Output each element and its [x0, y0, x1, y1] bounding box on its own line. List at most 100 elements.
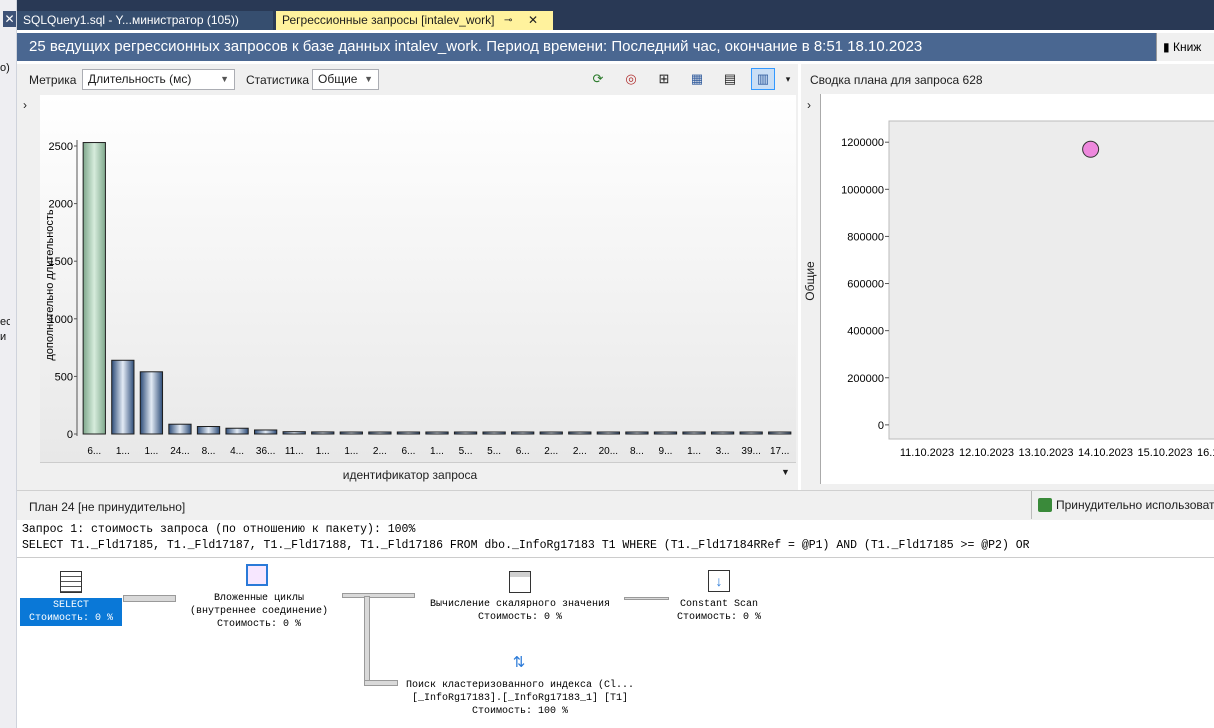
- x-tick-label: 1...: [316, 446, 330, 457]
- y-tick-label: 2000: [49, 199, 73, 211]
- y-tick-label: 500: [55, 371, 73, 383]
- x-tick-label: 1...: [687, 446, 701, 457]
- x-tick-label: 2...: [573, 446, 587, 457]
- x-tick-label: 6...: [516, 446, 530, 457]
- x-tick-label: 11...: [285, 446, 304, 457]
- bar: [539, 431, 563, 435]
- bar: [596, 431, 620, 435]
- plot-area: [888, 120, 1214, 440]
- force-plan-button[interactable]: Принудительно использовать: [1031, 491, 1214, 519]
- y-tick-label: 1000000: [841, 184, 884, 196]
- plan-arrow: [364, 596, 370, 686]
- grid-icon[interactable]: ▦: [685, 68, 709, 90]
- x-tick-label: 36...: [256, 446, 275, 457]
- bar: [453, 431, 478, 435]
- x-tick-label: 3...: [716, 446, 730, 457]
- bar: [682, 431, 706, 435]
- bar: [254, 429, 278, 435]
- expand-icon[interactable]: ›: [23, 98, 27, 112]
- bar: [282, 431, 306, 435]
- select-icon: [60, 571, 82, 593]
- node-object: [_InfoRg17183].[_InfoRg17183_1] [T1]: [411, 693, 629, 704]
- x-tick-label: 8...: [630, 446, 644, 457]
- y-tick-label: 0: [67, 429, 73, 441]
- grid-detail-icon[interactable]: ▤: [718, 68, 742, 90]
- data-point: [1082, 140, 1100, 158]
- chart-toolbar: Метрика Длительность (мс) ▼ Статистика Об…: [17, 64, 798, 94]
- bar: [339, 431, 363, 435]
- plan-node-select[interactable]: SELECT Стоимость: 0 %: [20, 598, 122, 626]
- x-tick-label: 8...: [202, 446, 216, 457]
- bookmark-button[interactable]: ▮ Книж: [1156, 33, 1214, 61]
- expand-icon[interactable]: ›: [807, 98, 811, 112]
- close-icon[interactable]: ✕: [3, 11, 16, 27]
- bar-chart-panel: › 0 500 1000 1500 2000 2500 6... 1... 1... 24... 8…: [17, 94, 798, 490]
- plan-node-nested-loops[interactable]: Вложенные циклы (внутреннее соединение) …: [179, 592, 339, 631]
- chart-icon[interactable]: ▥: [751, 68, 775, 90]
- constant-scan-icon: ↓: [708, 570, 730, 592]
- bar: [311, 431, 335, 435]
- statistic-dropdown[interactable]: Общие ▼: [312, 69, 379, 90]
- metric-value: Длительность (мс): [88, 72, 192, 86]
- bar: [768, 431, 792, 435]
- tab-regressed-queries[interactable]: Регрессионные запросы [intalev_work] ⊸ ✕: [276, 11, 553, 30]
- bookmark-icon: ▮: [1163, 40, 1170, 54]
- bar: [396, 431, 421, 435]
- x-tick-label: 6...: [87, 446, 101, 457]
- tab-label: Регрессионные запросы [intalev_work]: [282, 13, 495, 27]
- pin-icon[interactable]: ⊸: [504, 11, 512, 30]
- plan-arrow: [123, 595, 176, 602]
- document-tab-bar: SQLQuery1.sql - Y...министратор (105)) Р…: [17, 0, 1214, 30]
- node-label: Вычисление скалярного значения: [429, 599, 611, 610]
- node-cost: Стоимость: 100 %: [471, 706, 568, 717]
- clustered-index-seek-icon: ⇅: [512, 654, 526, 671]
- x-tick-label: 1...: [430, 446, 444, 457]
- bar: [511, 431, 535, 435]
- y-tick-label: 0: [878, 420, 884, 432]
- left-strip-text: ec: [0, 316, 10, 328]
- plan-summary-chart: 0 200000 400000 600000 800000 1000000 1200000 1…: [820, 94, 1214, 484]
- refresh-icon[interactable]: ⟳: [586, 68, 610, 90]
- track-query-icon[interactable]: ⊞: [652, 68, 676, 90]
- y-tick-label: 800000: [847, 231, 884, 243]
- force-plan-icon: [1038, 498, 1052, 512]
- node-cost: Стоимость: 0 %: [28, 613, 113, 624]
- node-label: Вложенные циклы: [213, 593, 304, 604]
- x-tick-label: 2...: [544, 446, 558, 457]
- metric-dropdown[interactable]: Длительность (мс) ▼: [82, 69, 235, 90]
- plan-node-constant-scan[interactable]: Constant Scan Стоимость: 0 %: [669, 598, 769, 624]
- x-axis-bar: идентификатор запроса ▼: [40, 462, 796, 486]
- x-tick-label: 5...: [487, 446, 501, 457]
- node-label: Constant Scan: [679, 599, 758, 610]
- chevron-down-icon[interactable]: ▼: [781, 467, 790, 477]
- bar: [568, 431, 592, 435]
- y-tick-label: 400000: [847, 326, 884, 338]
- plan-node-clustered-index-seek[interactable]: Поиск кластеризованного индекса (Cl... […: [400, 679, 640, 718]
- overflow-icon[interactable]: ▾: [781, 68, 795, 90]
- tab-sqlquery1[interactable]: SQLQuery1.sql - Y...министратор (105)): [17, 11, 273, 30]
- plan-summary-title: Сводка плана для запроса 628: [810, 73, 983, 87]
- node-sublabel: (внутреннее соединение): [189, 606, 329, 617]
- x-tick-label: 1...: [344, 446, 358, 457]
- query-cost-line: Запрос 1: стоимость запроса (по отношени…: [22, 523, 416, 536]
- y-tick-label: 200000: [847, 373, 884, 385]
- x-tick-label: 6...: [401, 446, 415, 457]
- x-tick-label: 20...: [599, 446, 618, 457]
- configure-icon[interactable]: ◎: [619, 68, 643, 90]
- left-strip-text: o): [0, 62, 10, 74]
- bar: [710, 431, 735, 435]
- x-tick-label: 2...: [373, 446, 387, 457]
- left-docked-panel: ✕ o) ec и: [0, 0, 17, 728]
- bar: [168, 423, 192, 435]
- scatter-chart-svg: 0 200000 400000 600000 800000 1000000 1200000 1…: [841, 120, 1214, 459]
- node-cost: Стоимость: 0 %: [477, 612, 562, 623]
- x-tick-label: 24...: [170, 446, 189, 457]
- bar: [82, 142, 106, 435]
- plan-node-compute-scalar[interactable]: Вычисление скалярного значения Стоимость…: [417, 598, 623, 624]
- report-title-bar: 25 ведущих регрессионных запросов к базе…: [17, 33, 1214, 61]
- y-axis-title: Общие: [803, 261, 817, 301]
- x-tick-label: 1...: [116, 446, 130, 457]
- y-tick-label: 600000: [847, 279, 884, 291]
- close-tab-icon[interactable]: ✕: [528, 11, 538, 30]
- bar: [625, 431, 649, 435]
